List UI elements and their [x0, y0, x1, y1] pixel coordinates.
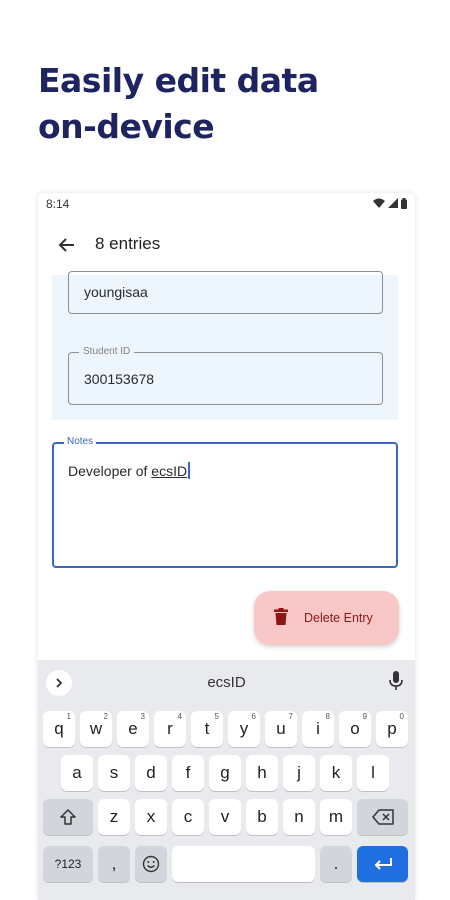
username-field[interactable]: youngisaa [68, 271, 383, 314]
mic-icon[interactable] [389, 671, 403, 691]
shift-key[interactable] [43, 799, 93, 835]
text-caret [188, 462, 190, 479]
key-b[interactable]: b [246, 799, 278, 835]
key-h[interactable]: h [246, 755, 278, 791]
key-hint: 8 [325, 712, 330, 721]
key-label: w [89, 719, 103, 738]
key-z[interactable]: z [98, 799, 130, 835]
key-hint: 6 [251, 712, 256, 721]
key-label: o [350, 719, 360, 738]
key-r[interactable]: r4 [154, 711, 186, 747]
key-w[interactable]: w2 [80, 711, 112, 747]
enter-icon [374, 858, 392, 870]
key-hint: 1 [66, 712, 71, 721]
key-label: e [128, 719, 138, 738]
key-d[interactable]: d [135, 755, 167, 791]
key-n[interactable]: n [283, 799, 315, 835]
key-u[interactable]: u7 [265, 711, 297, 747]
key-p[interactable]: p0 [376, 711, 408, 747]
key-k[interactable]: k [320, 755, 352, 791]
shift-icon [60, 809, 76, 825]
key-q[interactable]: q1 [43, 711, 75, 747]
delete-entry-button[interactable]: Delete Entry [254, 591, 399, 645]
trash-icon [274, 608, 288, 625]
student-id-label: Student ID [79, 346, 135, 357]
key-hint: 5 [214, 712, 219, 721]
notes-text-underlined: ecsID [151, 463, 188, 479]
key-label: p [387, 719, 397, 738]
page-title: 8 entries [95, 234, 161, 253]
key-t[interactable]: t5 [191, 711, 223, 747]
key-label: u [276, 719, 286, 738]
notes-text[interactable]: Developer of ecsID [68, 462, 190, 479]
emoji-icon [142, 855, 160, 873]
enter-key[interactable] [357, 846, 408, 882]
wifi-icon [373, 198, 385, 208]
period-key[interactable]: . [320, 846, 352, 882]
key-c[interactable]: c [172, 799, 204, 835]
emoji-key[interactable] [135, 846, 167, 882]
headline-line-1: Easily edit data [38, 61, 319, 100]
key-hint: 3 [140, 712, 145, 721]
key-hint: 2 [103, 712, 108, 721]
key-hint: 9 [362, 712, 367, 721]
key-hint: 4 [177, 712, 182, 721]
signal-icon [388, 198, 398, 208]
app-bar: 8 entries [38, 223, 415, 267]
key-hint: 0 [399, 712, 404, 721]
key-label: r [167, 719, 173, 738]
backspace-key[interactable] [357, 799, 408, 835]
status-icons [373, 197, 407, 209]
key-f[interactable]: f [172, 755, 204, 791]
key-j[interactable]: j [283, 755, 315, 791]
back-button[interactable] [52, 231, 80, 259]
soft-keyboard: ecsID q1 w2 e3 r4 t5 y6 u7 i8 o9 p0 a s … [38, 660, 415, 900]
phone-screen: 8:14 8 entries youngisaa Student ID 3001… [38, 193, 415, 900]
key-y[interactable]: y6 [228, 711, 260, 747]
notes-text-prefix: Developer of [68, 463, 152, 479]
key-o[interactable]: o9 [339, 711, 371, 747]
key-label: i [316, 719, 320, 738]
key-e[interactable]: e3 [117, 711, 149, 747]
key-s[interactable]: s [98, 755, 130, 791]
status-bar: 8:14 [38, 193, 415, 215]
delete-entry-label: Delete Entry [304, 611, 373, 625]
username-value: youngisaa [84, 284, 148, 300]
key-label: t [204, 719, 210, 738]
student-id-value: 300153678 [84, 371, 155, 387]
key-l[interactable]: l [357, 755, 389, 791]
comma-key[interactable]: , [98, 846, 130, 882]
marketing-headline: Easily edit data on-device [38, 58, 418, 150]
key-x[interactable]: x [135, 799, 167, 835]
key-m[interactable]: m [320, 799, 352, 835]
key-hint: 7 [288, 712, 293, 721]
key-label: y [239, 719, 249, 738]
key-a[interactable]: a [61, 755, 93, 791]
entry-card: youngisaa Student ID 300153678 [52, 271, 398, 420]
word-suggestion[interactable]: ecsID [38, 674, 415, 691]
battery-icon [401, 197, 407, 209]
headline-line-2: on-device [38, 107, 215, 146]
notes-field[interactable]: Notes Developer of ecsID [52, 436, 398, 568]
space-key[interactable] [172, 846, 315, 882]
backspace-icon [371, 809, 394, 825]
arrow-back-icon [58, 238, 74, 252]
key-g[interactable]: g [209, 755, 241, 791]
key-i[interactable]: i8 [302, 711, 334, 747]
key-label: q [54, 719, 64, 738]
status-time: 8:14 [46, 197, 70, 211]
student-id-field[interactable]: Student ID 300153678 [68, 346, 383, 405]
notes-label: Notes [64, 436, 97, 447]
suggestion-bar: ecsID [38, 660, 415, 704]
symbols-key[interactable]: ?123 [43, 846, 93, 882]
key-v[interactable]: v [209, 799, 241, 835]
